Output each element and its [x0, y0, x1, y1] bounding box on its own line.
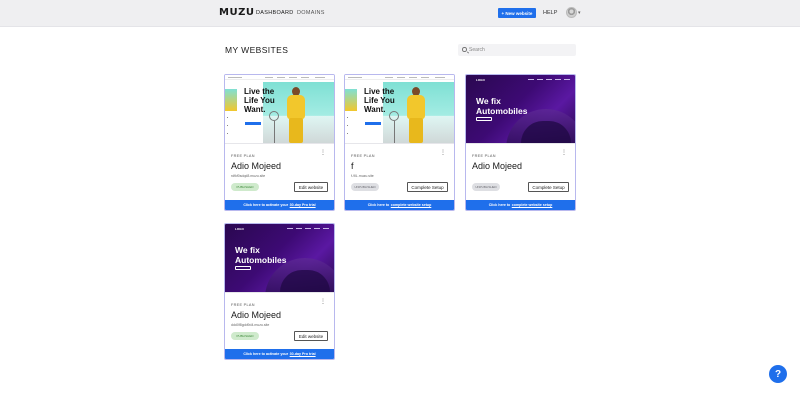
plan-label: FREE PLAN — [472, 154, 496, 158]
status-badge: UNPUBLISHED — [351, 183, 379, 191]
banner-link[interactable]: complete website setup — [391, 203, 432, 207]
user-avatar[interactable] — [566, 7, 577, 18]
more-options-icon[interactable]: ⋮ — [440, 150, 446, 156]
search-icon — [462, 47, 467, 52]
trial-banner[interactable]: Click here to activate your 30-day Pro t… — [225, 349, 334, 359]
plan-label: FREE PLAN — [231, 303, 255, 307]
nav-dashboard[interactable]: DASHBOARD — [256, 10, 294, 16]
status-badge: PUBLISHED — [231, 332, 259, 340]
plan-label: FREE PLAN — [231, 154, 255, 158]
site-name: Adio Mojeed — [231, 310, 282, 320]
banner-link[interactable]: complete website setup — [512, 203, 553, 207]
thumbnail-headline: We fix Automobiles — [235, 245, 287, 265]
website-card: Live the Life You Want. FREE PLAN ⋮ Adio… — [224, 74, 335, 211]
website-thumbnail[interactable]: Live the Life You Want. — [345, 75, 454, 143]
more-options-icon[interactable]: ⋮ — [561, 150, 567, 156]
chevron-down-icon[interactable]: ▾ — [578, 10, 581, 16]
more-options-icon[interactable]: ⋮ — [320, 299, 326, 305]
setup-banner[interactable]: Click here to complete website setup — [466, 200, 575, 210]
banner-text: Click here to — [367, 203, 390, 207]
website-card: LOGO We fix Automobiles FREE PLAN ⋮ Adio… — [465, 74, 576, 211]
plan-label: FREE PLAN — [351, 154, 375, 158]
website-card: LOGO We fix Automobiles FREE PLAN ⋮ Adio… — [224, 223, 335, 360]
new-website-button[interactable]: + New website — [498, 8, 536, 18]
site-url[interactable]: ddd0f8gdd9d4.muzu.site — [231, 323, 269, 327]
website-thumbnail[interactable]: Live the Life You Want. — [225, 75, 334, 143]
thumbnail-headline: Live the Life You Want. — [364, 87, 395, 114]
setup-banner[interactable]: Click here to complete website setup — [345, 200, 454, 210]
help-button[interactable]: ? — [769, 365, 787, 383]
site-name: f — [351, 161, 354, 171]
website-thumbnail[interactable]: LOGO We fix Automobiles — [466, 75, 575, 143]
site-name: Adio Mojeed — [231, 161, 282, 171]
banner-link[interactable]: 30-day Pro trial — [290, 352, 316, 356]
site-name: Adio Mojeed — [472, 161, 523, 171]
help-link[interactable]: HELP — [543, 10, 557, 16]
banner-link[interactable]: 30-day Pro trial — [290, 203, 316, 207]
thumbnail-headline: We fix Automobiles — [476, 96, 528, 116]
trial-banner[interactable]: Click here to activate your 30-day Pro t… — [225, 200, 334, 210]
status-badge: PUBLISHED — [231, 183, 259, 191]
thumbnail-headline: Live the Life You Want. — [244, 87, 275, 114]
search-box — [458, 44, 576, 56]
muzu-logo[interactable]: MUZU — [219, 7, 254, 18]
website-card: Live the Life You Want. FREE PLAN ⋮ f f-… — [344, 74, 455, 211]
status-badge: UNPUBLISHED — [472, 183, 500, 191]
site-url[interactable]: f-9lL.muzu.site — [351, 174, 374, 178]
edit-website-button[interactable]: Edit website — [294, 182, 328, 192]
top-nav-bar: MUZU DASHBOARD DOMAINS + New website HEL… — [0, 0, 800, 27]
banner-text: Click here to — [488, 203, 511, 207]
complete-setup-button[interactable]: Complete Setup — [528, 182, 569, 192]
banner-text: Click here to activate your — [243, 203, 289, 207]
banner-text: Click here to activate your — [243, 352, 289, 356]
site-url[interactable]: rdfkf0sdqd8.muzu.site — [231, 174, 265, 178]
page-title: MY WEBSITES — [225, 45, 289, 55]
nav-domains[interactable]: DOMAINS — [297, 10, 325, 16]
more-options-icon[interactable]: ⋮ — [320, 150, 326, 156]
website-thumbnail[interactable]: LOGO We fix Automobiles — [225, 224, 334, 292]
complete-setup-button[interactable]: Complete Setup — [407, 182, 448, 192]
edit-website-button[interactable]: Edit website — [294, 331, 328, 341]
search-input[interactable] — [469, 44, 569, 56]
